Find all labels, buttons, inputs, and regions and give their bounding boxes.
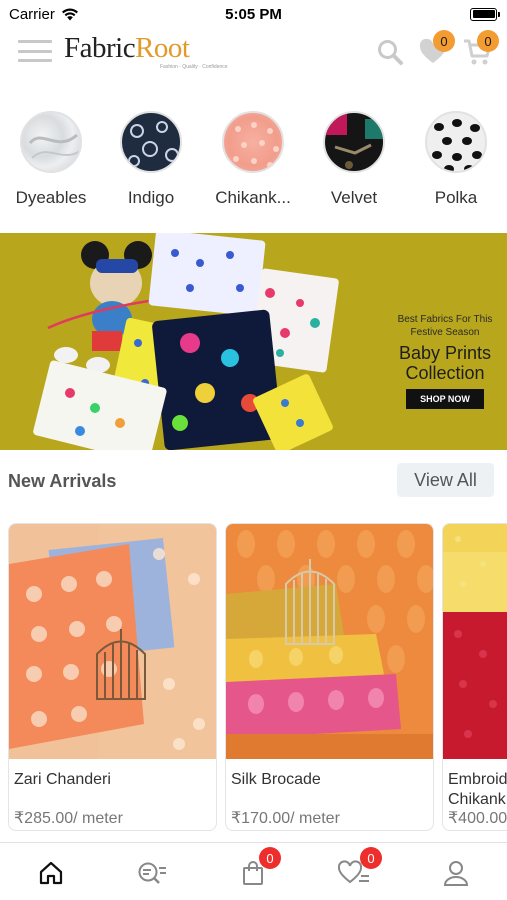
product-image xyxy=(9,524,216,759)
tab-search[interactable] xyxy=(132,857,172,889)
product-card[interactable]: Silk Brocade ₹170.00/ meter xyxy=(225,523,434,831)
wishlist-count-badge: 0 xyxy=(433,30,455,52)
product-image xyxy=(226,524,433,759)
tab-wishlist[interactable]: 0 xyxy=(334,847,382,889)
logo-wheel-icon xyxy=(64,32,65,33)
profile-icon xyxy=(443,861,469,886)
product-card[interactable]: Zari Chanderi ₹285.00/ meter xyxy=(8,523,217,831)
hamburger-menu-icon[interactable] xyxy=(18,40,52,62)
velvet-fabric-thumbnail xyxy=(323,111,385,173)
polka-fabric-thumbnail xyxy=(425,111,487,173)
category-label: Polka xyxy=(434,188,478,207)
product-price: ₹400.00 xyxy=(448,810,507,827)
home-icon xyxy=(39,861,63,885)
category-dyeables[interactable]: Dyeables xyxy=(1,108,101,208)
dyeables-fabric-thumbnail xyxy=(20,111,82,173)
bottom-tab-bar: 0 0 xyxy=(0,842,507,900)
product-name: Zari Chanderi xyxy=(14,771,111,788)
bag-count-badge: 0 xyxy=(259,847,281,869)
shop-now-button[interactable]: SHOP NOW xyxy=(406,389,484,409)
cart-header-button[interactable]: 0 xyxy=(461,30,499,68)
banner-headline-1: Baby Prints xyxy=(398,343,492,363)
banner-fabrics-illustration xyxy=(33,233,339,450)
category-chikankari[interactable]: Chikank... xyxy=(203,108,303,208)
logo-fabric-text: Fabric xyxy=(64,32,136,64)
category-indigo[interactable]: Indigo xyxy=(101,108,201,208)
banner-text-block: Best Fabrics For This Festive Season Bab… xyxy=(383,313,507,409)
banner-tagline: Best Fabrics For This xyxy=(397,314,493,325)
fabricroot-logo[interactable]: Fabric Root Fashion · Quality · Confidenc… xyxy=(64,32,228,70)
search-icon[interactable] xyxy=(374,36,406,68)
cart-count-badge: 0 xyxy=(477,30,499,52)
app-header: Fabric Root Fashion · Quality · Confidenc… xyxy=(0,28,507,76)
tab-profile[interactable] xyxy=(436,857,476,889)
product-image xyxy=(443,524,507,759)
status-bar: Carrier 5:05 PM xyxy=(0,0,507,28)
product-price: ₹285.00/ meter xyxy=(14,810,123,827)
category-strip: Dyeables Indigo Chikank... Velvet Polka xyxy=(0,108,507,218)
chikankari-fabric-thumbnail xyxy=(222,111,284,173)
product-name: Embroid Chikank xyxy=(448,771,507,808)
product-carousel[interactable]: Zari Chanderi ₹285.00/ meter Silk Brocad… xyxy=(0,523,507,833)
category-label: Velvet xyxy=(330,188,378,207)
product-price: ₹170.00/ meter xyxy=(231,810,340,827)
category-label: Indigo xyxy=(127,188,175,207)
wishlist-header-button[interactable]: 0 xyxy=(417,30,455,68)
search-list-icon xyxy=(138,862,166,884)
section-title: New Arrivals xyxy=(8,471,117,491)
category-label: Chikank... xyxy=(215,188,291,207)
status-left: Carrier xyxy=(9,6,79,23)
category-velvet[interactable]: Velvet xyxy=(304,108,404,208)
new-arrivals-header: New Arrivals View All xyxy=(0,463,507,499)
category-polka[interactable]: Polka xyxy=(406,108,506,208)
wifi-icon xyxy=(61,8,78,20)
promo-banner[interactable]: Best Fabrics For This Festive Season Bab… xyxy=(0,233,507,450)
view-all-button[interactable]: View All xyxy=(397,463,494,497)
banner-headline-2: Collection xyxy=(405,363,485,383)
carrier-label: Carrier xyxy=(9,5,55,23)
product-name: Silk Brocade xyxy=(231,771,321,788)
indigo-fabric-thumbnail xyxy=(120,111,182,173)
battery-icon xyxy=(470,7,500,21)
tab-bag[interactable]: 0 xyxy=(233,847,281,889)
wishlist-count-badge: 0 xyxy=(360,847,382,869)
logo-root-text: Root xyxy=(135,32,190,64)
banner-tagline-2: Festive Season xyxy=(410,327,480,338)
product-card[interactable]: Embroid Chikank ₹400.00 xyxy=(442,523,507,831)
logo-tagline: Fashion · Quality · Confidence xyxy=(160,64,228,70)
tab-home[interactable] xyxy=(31,857,71,889)
category-label: Dyeables xyxy=(15,188,87,207)
